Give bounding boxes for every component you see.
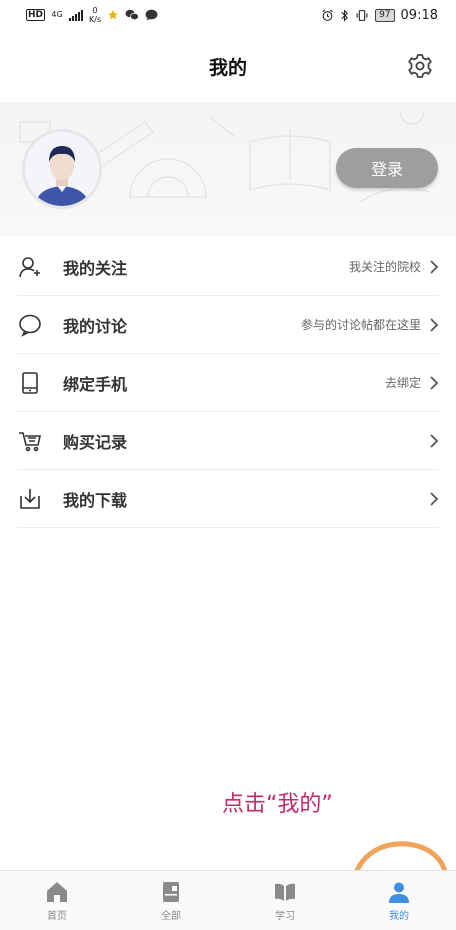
menu-item-label: 我的下载 bbox=[63, 490, 128, 510]
status-bar: HD 4G 0 K/s 97 09:18 bbox=[0, 0, 456, 30]
profile-menu: 我的关注 我关注的院校 我的讨论 参与的讨论帖都在这里 绑定手机 去绑定 购买记… bbox=[0, 238, 456, 528]
vibrate-icon bbox=[356, 9, 368, 21]
chevron-right-icon bbox=[430, 375, 439, 390]
menu-item-purchases[interactable]: 购买记录 bbox=[17, 412, 439, 470]
tab-home[interactable]: 首页 bbox=[0, 871, 114, 930]
alarm-icon bbox=[322, 9, 333, 21]
person-icon bbox=[389, 882, 409, 903]
avatar[interactable] bbox=[22, 129, 102, 209]
menu-item-discussion[interactable]: 我的讨论 参与的讨论帖都在这里 bbox=[17, 296, 439, 354]
tab-study[interactable]: 学习 bbox=[228, 871, 342, 930]
page-title: 我的 bbox=[208, 56, 247, 79]
menu-item-label: 购买记录 bbox=[63, 432, 128, 452]
network-type: 4G bbox=[51, 10, 63, 19]
chevron-right-icon bbox=[430, 317, 439, 332]
chevron-right-icon bbox=[430, 433, 439, 448]
tab-all[interactable]: 全部 bbox=[114, 871, 228, 930]
signal-icon bbox=[69, 9, 84, 21]
user-follow-icon bbox=[17, 254, 43, 280]
chat-bubble-icon bbox=[17, 312, 43, 338]
bluetooth-icon bbox=[341, 8, 349, 22]
status-bar-left: HD 4G 0 K/s bbox=[26, 6, 158, 24]
chevron-right-icon bbox=[430, 259, 439, 274]
clock: 09:18 bbox=[400, 7, 438, 23]
download-icon bbox=[17, 486, 43, 512]
home-icon bbox=[47, 881, 67, 902]
tab-label: 我的 bbox=[389, 910, 409, 922]
tab-label: 全部 bbox=[161, 910, 181, 922]
battery-indicator: 97 bbox=[375, 8, 395, 22]
menu-item-downloads[interactable]: 我的下载 bbox=[17, 470, 439, 528]
open-book-icon bbox=[275, 883, 295, 901]
user-avatar-icon bbox=[25, 132, 99, 206]
gear-icon bbox=[408, 54, 432, 78]
menu-item-label: 绑定手机 bbox=[63, 374, 128, 394]
settings-button[interactable] bbox=[406, 52, 434, 80]
book-grid-icon bbox=[163, 881, 179, 902]
menu-item-follow[interactable]: 我的关注 我关注的院校 bbox=[17, 238, 439, 296]
tab-label: 学习 bbox=[275, 910, 295, 922]
network-speed: 0 K/s bbox=[89, 6, 101, 24]
star-app-icon bbox=[108, 10, 119, 20]
profile-banner: 登录 bbox=[0, 102, 456, 236]
bottom-tab-bar: 首页 全部 学习 我的 bbox=[0, 870, 456, 930]
network-speed-unit: K/s bbox=[89, 15, 102, 24]
tab-mine[interactable]: 我的 bbox=[342, 871, 456, 930]
tab-label: 首页 bbox=[47, 910, 67, 922]
wechat-icon bbox=[125, 9, 139, 21]
menu-item-hint: 我关注的院校 bbox=[348, 260, 421, 274]
status-bar-right: 97 09:18 bbox=[321, 8, 438, 23]
chevron-right-icon bbox=[430, 491, 439, 506]
menu-item-label: 我的关注 bbox=[63, 258, 128, 278]
menu-item-hint: 参与的讨论帖都在这里 bbox=[300, 318, 421, 332]
hd-indicator: HD bbox=[26, 9, 46, 21]
login-button[interactable]: 登录 bbox=[336, 148, 438, 188]
menu-item-bind-phone[interactable]: 绑定手机 去绑定 bbox=[17, 354, 439, 412]
cart-icon bbox=[17, 428, 43, 454]
message-icon bbox=[145, 9, 158, 21]
network-speed-value: 0 bbox=[92, 6, 98, 15]
menu-item-hint: 去绑定 bbox=[384, 376, 421, 390]
annotation-text: 点击“我的” bbox=[222, 792, 333, 817]
page-header: 我的 bbox=[0, 30, 456, 102]
menu-item-label: 我的讨论 bbox=[63, 316, 128, 336]
phone-icon bbox=[17, 370, 43, 396]
